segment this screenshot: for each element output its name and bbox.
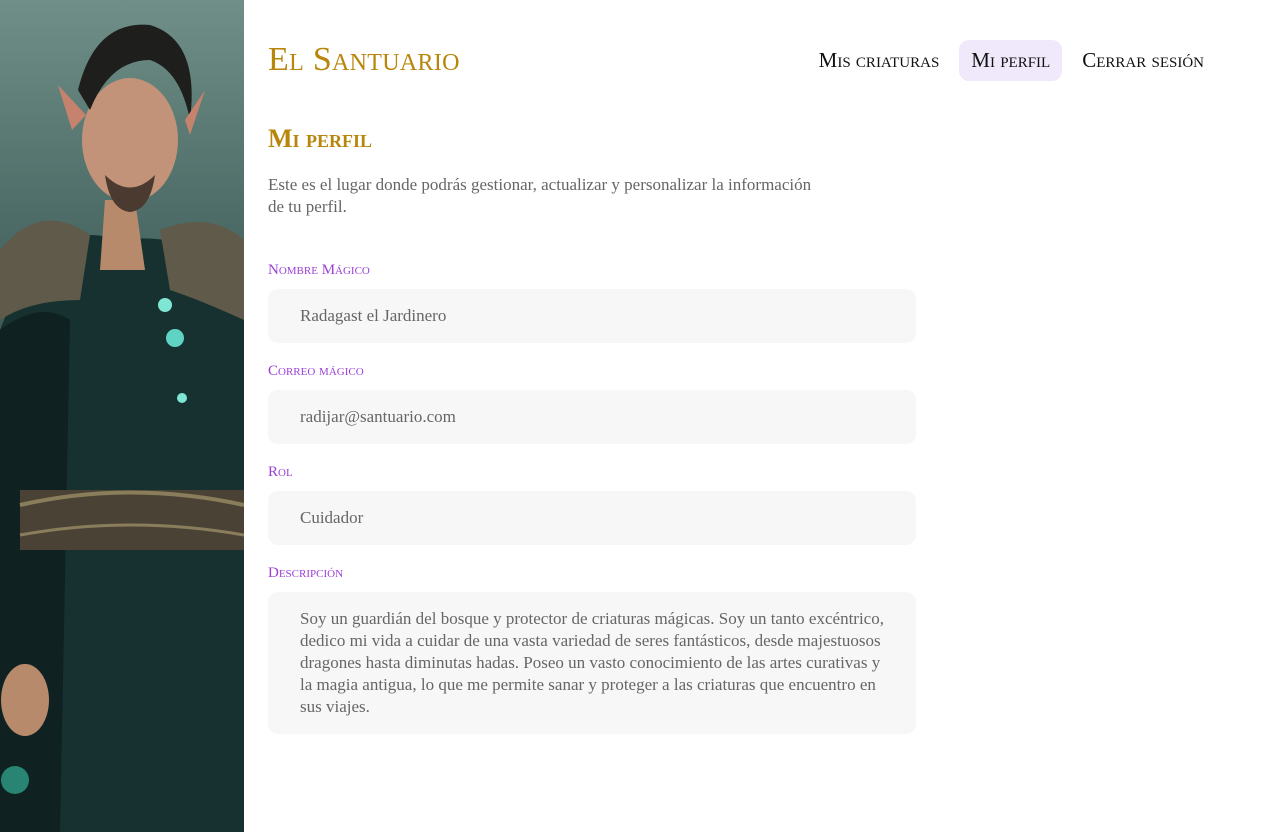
description-field[interactable]: Soy un guardián del bosque y protector d… (268, 592, 916, 734)
nav-mis-criaturas[interactable]: Mis criaturas (807, 40, 952, 81)
app-layout: El Santuario Mis criaturas Mi perfil Cer… (0, 0, 1280, 832)
top-nav: Mis criaturas Mi perfil Cerrar sesión (807, 39, 1216, 81)
profile-form: Nombre Mágico Radagast el Jardinero Corr… (268, 262, 916, 734)
brand-title[interactable]: El Santuario (268, 41, 460, 79)
name-label: Nombre Mágico (268, 262, 370, 278)
main-panel: El Santuario Mis criaturas Mi perfil Cer… (244, 0, 1280, 832)
elf-wizard-image (0, 24, 244, 832)
description-label: Descripción (268, 565, 344, 581)
profile-section: Mi perfil Este es el lugar donde podrás … (244, 120, 940, 758)
elf-wizard-illustration (0, 0, 244, 832)
email-field[interactable]: radijar@santuario.com (268, 390, 916, 444)
email-label: Correo mágico (268, 363, 364, 379)
role-label: Rol (268, 464, 293, 480)
top-header: El Santuario Mis criaturas Mi perfil Cer… (244, 0, 1280, 120)
page-intro: Este es el lugar donde podrás gestionar,… (268, 175, 812, 216)
nav-mi-perfil[interactable]: Mi perfil (959, 39, 1063, 81)
nav-cerrar-sesion[interactable]: Cerrar sesión (1070, 40, 1216, 81)
role-field[interactable]: Cuidador (268, 491, 916, 545)
page-title: Mi perfil (268, 124, 373, 153)
name-field[interactable]: Radagast el Jardinero (268, 289, 916, 343)
